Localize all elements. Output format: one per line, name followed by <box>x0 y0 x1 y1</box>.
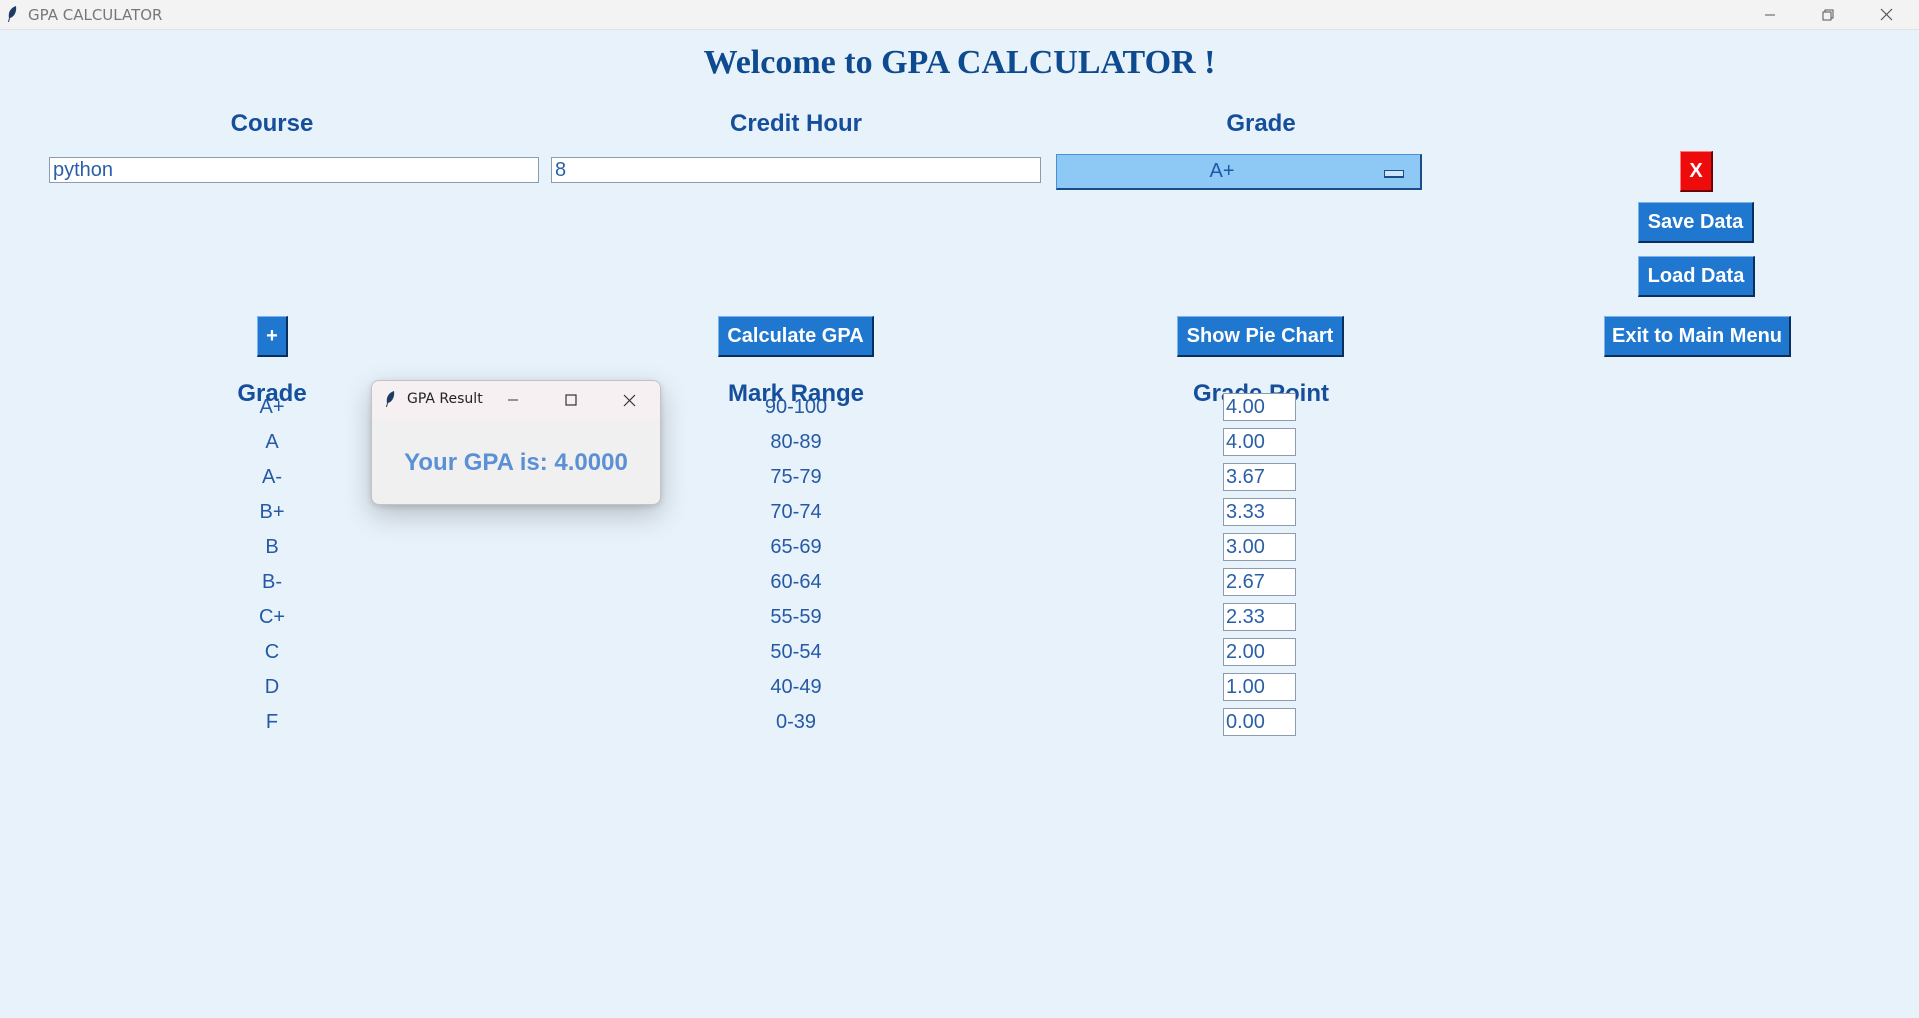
mark-range-cell: 70-74 <box>770 501 822 523</box>
credit-hour-header: Credit Hour <box>730 110 862 137</box>
restore-icon[interactable] <box>1799 0 1857 29</box>
grade-point-input[interactable]: 3.00 <box>1223 533 1296 561</box>
main-panel: Welcome to GPA CALCULATOR ! Course Credi… <box>0 30 1919 1018</box>
exit-to-main-menu-button[interactable]: Exit to Main Menu <box>1604 316 1791 357</box>
grade-point-input[interactable]: 2.67 <box>1223 568 1296 596</box>
minimize-icon[interactable] <box>1741 0 1799 29</box>
gpa-result-dialog: GPA Result Your GPA is: 4.0000 <box>371 380 661 505</box>
mark-range-cell: 65-69 <box>770 536 822 558</box>
window-titlebar: GPA CALCULATOR <box>0 0 1919 30</box>
grade-point-input[interactable]: 3.33 <box>1223 498 1296 526</box>
grade-point-input[interactable]: 1.00 <box>1223 673 1296 701</box>
grade-point-input[interactable]: 2.00 <box>1223 638 1296 666</box>
save-data-button[interactable]: Save Data <box>1638 202 1754 243</box>
dialog-maximize-icon[interactable] <box>543 381 599 419</box>
mark-range-cell: 0-39 <box>775 711 817 733</box>
mark-range-cell: 75-79 <box>770 466 822 488</box>
grade-cell: A+ <box>259 396 285 418</box>
grade-point-input[interactable]: 4.00 <box>1223 393 1296 421</box>
dialog-minimize-icon[interactable] <box>485 381 541 419</box>
grade-cell: B <box>265 536 279 558</box>
feather-icon <box>6 5 18 27</box>
mark-range-cell: 60-64 <box>770 571 822 593</box>
mark-range-cell: 40-49 <box>770 676 822 698</box>
close-icon[interactable] <box>1857 0 1915 29</box>
show-pie-chart-button[interactable]: Show Pie Chart <box>1177 316 1344 357</box>
grade-header: Grade <box>1226 110 1296 137</box>
grade-cell: A <box>265 431 279 453</box>
load-data-button[interactable]: Load Data <box>1638 256 1755 297</box>
grade-dropdown-value: A+ <box>1209 160 1235 182</box>
calculate-gpa-button[interactable]: Calculate GPA <box>718 316 874 357</box>
gpa-result-message: Your GPA is: 4.0000 <box>404 449 628 476</box>
feather-icon <box>384 390 396 412</box>
mark-range-cell: 80-89 <box>770 431 822 453</box>
add-course-button[interactable]: + <box>257 316 288 357</box>
grade-point-input[interactable]: 4.00 <box>1223 428 1296 456</box>
grade-cell: A- <box>262 466 282 488</box>
window-title: GPA CALCULATOR <box>28 6 163 24</box>
course-header: Course <box>230 110 314 137</box>
grade-cell: B- <box>262 571 282 593</box>
grade-point-input[interactable]: 2.33 <box>1223 603 1296 631</box>
dialog-close-icon[interactable] <box>601 381 657 419</box>
grade-point-input[interactable]: 0.00 <box>1223 708 1296 736</box>
dialog-title: GPA Result <box>407 391 483 407</box>
dialog-titlebar: GPA Result <box>372 381 660 419</box>
grade-cell: B+ <box>259 501 285 523</box>
grade-point-input[interactable]: 3.67 <box>1223 463 1296 491</box>
grade-cell: C <box>264 641 280 663</box>
grade-dropdown[interactable]: A+ <box>1056 154 1422 190</box>
grade-cell: D <box>264 676 280 698</box>
grade-cell: C+ <box>258 606 286 628</box>
course-input[interactable]: python <box>49 157 539 183</box>
mark-range-cell: 50-54 <box>770 641 822 663</box>
mark-range-cell: 55-59 <box>770 606 822 628</box>
dropdown-indicator-icon <box>1384 170 1404 178</box>
mark-range-cell: 90-100 <box>764 396 828 418</box>
welcome-heading: Welcome to GPA CALCULATOR ! <box>703 44 1216 81</box>
grade-cell: F <box>265 711 279 733</box>
credit-hour-input[interactable]: 8 <box>551 157 1041 183</box>
remove-course-button[interactable]: X <box>1680 151 1713 192</box>
